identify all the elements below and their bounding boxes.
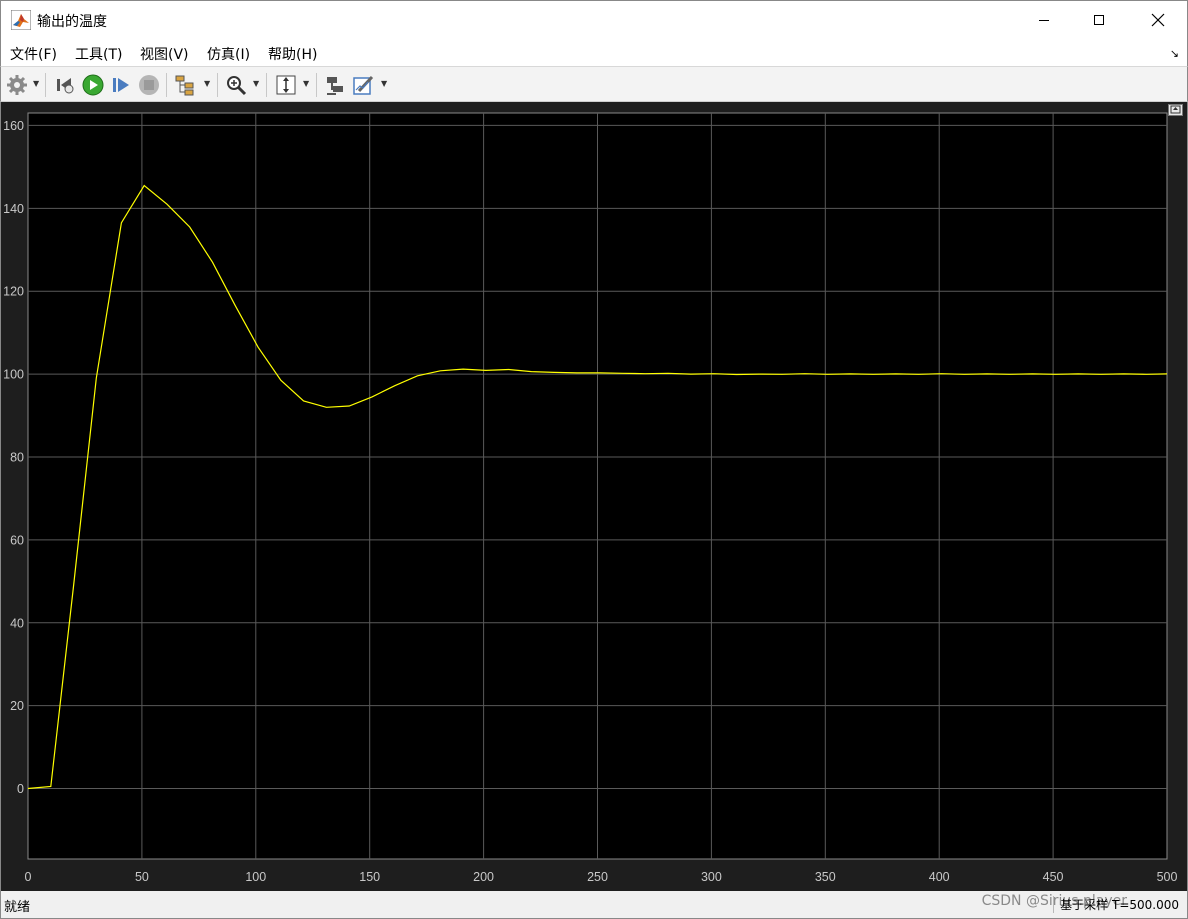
step-forward-icon[interactable] <box>110 74 132 96</box>
toolbar-separator <box>266 73 267 97</box>
scope-display: 0 50 100 150 200 250 300 350 400 450 500 0 20 40 60 80 1… <box>0 102 1188 891</box>
edit-style-icon[interactable] <box>353 74 375 96</box>
menu-file[interactable]: 文件(F) <box>10 44 57 64</box>
menu-tools[interactable]: 工具(T) <box>75 44 122 64</box>
x-tick-label: 450 <box>1043 870 1064 884</box>
minimize-button[interactable] <box>1021 1 1067 39</box>
y-tick-label: 60 <box>10 533 24 547</box>
toolbar-separator <box>45 73 46 97</box>
toolbar-separator <box>166 73 167 97</box>
window-title: 输出的温度 <box>37 14 107 30</box>
x-tick-label: 400 <box>929 870 950 884</box>
toolbar-separator <box>217 73 218 97</box>
y-tick-label: 20 <box>10 699 24 713</box>
close-icon <box>1151 13 1165 27</box>
toolbar-separator <box>316 73 317 97</box>
title-bar: 输出的温度 <box>0 0 1188 38</box>
maximize-icon <box>1094 15 1104 25</box>
autoscale-icon[interactable] <box>275 74 297 96</box>
sample-time-readout: 基于采样 T=500.000 <box>1053 896 1179 913</box>
y-tick-label: 100 <box>3 368 24 382</box>
run-icon[interactable] <box>82 74 104 96</box>
menu-help[interactable]: 帮助(H) <box>268 44 317 64</box>
x-tick-label: 50 <box>135 870 149 884</box>
x-tick-label: 200 <box>473 870 494 884</box>
close-button[interactable] <box>1135 1 1181 39</box>
x-tick-label: 0 <box>25 870 32 884</box>
autoscale-dropdown-icon[interactable]: ▼ <box>303 79 311 89</box>
y-tick-label: 40 <box>10 616 24 630</box>
x-tick-label: 100 <box>245 870 266 884</box>
y-tick-label: 140 <box>3 202 24 216</box>
menu-simulation[interactable]: 仿真(I) <box>207 44 250 64</box>
y-tick-label: 80 <box>10 450 24 464</box>
dock-arrow-icon[interactable]: ↘ <box>1170 47 1179 60</box>
signal-hierarchy-icon[interactable] <box>174 74 196 96</box>
style-dropdown-icon[interactable]: ▼ <box>381 79 389 89</box>
undock-button[interactable] <box>1168 104 1183 116</box>
scope-plot[interactable]: 0 50 100 150 200 250 300 350 400 450 500 0 20 40 60 80 1… <box>1 102 1187 891</box>
x-tick-label: 500 <box>1157 870 1178 884</box>
zoom-in-icon[interactable] <box>225 74 247 96</box>
menu-bar: 文件(F) 工具(T) 视图(V) 仿真(I) 帮助(H) ↘ <box>0 38 1188 66</box>
y-tick-label: 160 <box>3 119 24 133</box>
y-tick-label: 0 <box>17 782 24 796</box>
highlight-block-icon[interactable] <box>324 74 346 96</box>
status-text: 就绪 <box>4 900 31 915</box>
undock-icon <box>1170 105 1181 114</box>
minimize-icon <box>1039 20 1049 21</box>
status-bar: 就绪 CSDN @Sirius.player 基于采样 T=500.000 <box>0 891 1188 919</box>
x-tick-label: 150 <box>359 870 380 884</box>
gear-icon[interactable] <box>6 74 28 96</box>
stop-icon[interactable] <box>138 74 160 96</box>
toolbar: ▼ ▼ ▼ ▼ ▼ <box>0 66 1188 102</box>
step-back-icon[interactable] <box>54 74 76 96</box>
y-tick-label: 120 <box>3 285 24 299</box>
matlab-logo-icon <box>11 10 31 30</box>
menu-view[interactable]: 视图(V) <box>140 44 189 64</box>
gear-dropdown-icon[interactable]: ▼ <box>33 79 41 89</box>
x-tick-label: 300 <box>701 870 722 884</box>
maximize-button[interactable] <box>1076 1 1122 39</box>
x-tick-label: 350 <box>815 870 836 884</box>
hierarchy-dropdown-icon[interactable]: ▼ <box>204 79 212 89</box>
x-tick-label: 250 <box>587 870 608 884</box>
zoom-dropdown-icon[interactable]: ▼ <box>253 79 261 89</box>
